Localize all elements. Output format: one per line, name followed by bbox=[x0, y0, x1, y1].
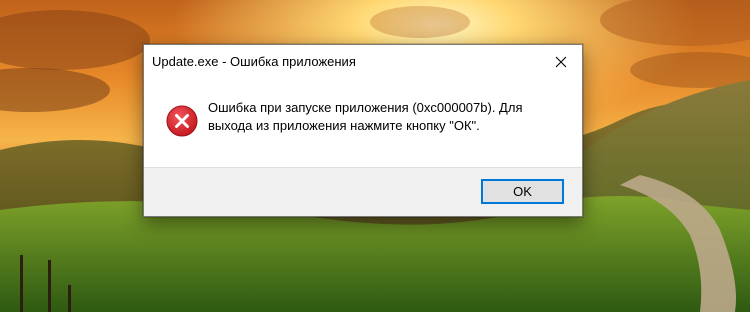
error-message: Ошибка при запуске приложения (0xc000007… bbox=[208, 100, 523, 133]
dialog-title: Update.exe - Ошибка приложения bbox=[152, 54, 356, 69]
dialog-titlebar[interactable]: Update.exe - Ошибка приложения bbox=[144, 45, 582, 77]
error-icon bbox=[166, 105, 198, 137]
dialog-body: Ошибка при запуске приложения (0xc000007… bbox=[144, 77, 582, 167]
error-dialog: Update.exe - Ошибка приложения Ошибка пр… bbox=[143, 44, 583, 217]
close-button[interactable] bbox=[546, 49, 576, 75]
ok-button[interactable]: OK bbox=[481, 179, 564, 204]
dialog-footer: OK bbox=[144, 167, 582, 216]
close-icon bbox=[555, 56, 567, 68]
